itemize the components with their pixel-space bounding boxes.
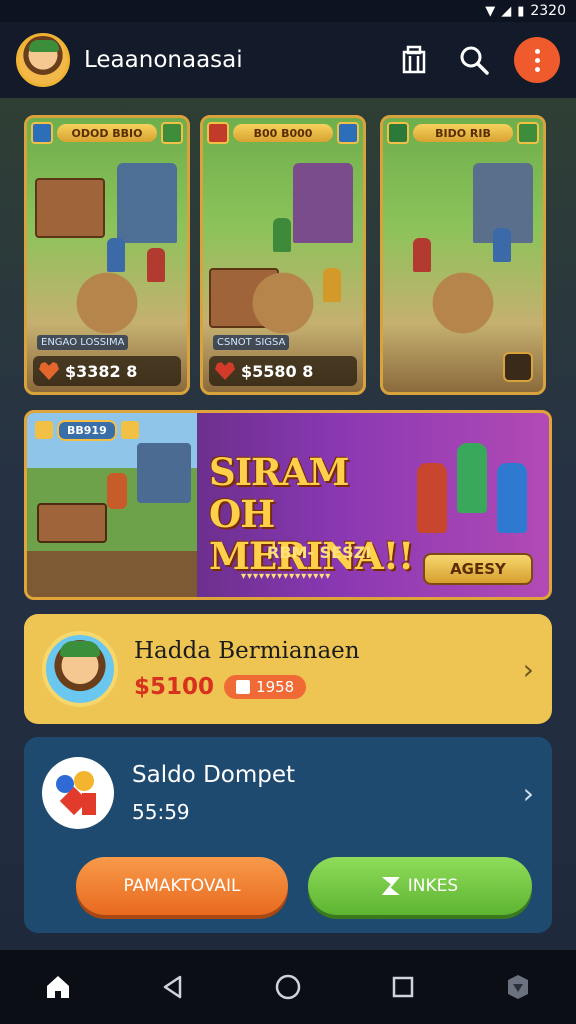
back-icon[interactable] — [143, 957, 203, 1017]
wallet-logo-icon — [42, 757, 114, 829]
chevron-right-icon[interactable]: › — [523, 777, 534, 810]
card-price-bar: $3382 8 — [33, 356, 181, 386]
chevron-right-icon[interactable]: › — [523, 653, 534, 686]
game-card-3[interactable]: BIDO RIB — [380, 115, 546, 395]
status-bar: ▼ ◢ ▮ 2320 — [0, 0, 576, 22]
app-title: Leaanonaasai — [84, 47, 243, 73]
card-price: $5580 8 — [241, 361, 314, 381]
more-dots-icon — [534, 47, 540, 74]
shield-icon — [387, 122, 409, 144]
level-icon — [337, 122, 359, 144]
search-icon-svg — [460, 46, 489, 75]
profile-card[interactable]: Hadda Bermianaen $5100 1958 › — [24, 614, 552, 724]
profile-name: Hadda Bermianaen — [134, 638, 360, 664]
card-price-bar: $5580 8 — [209, 356, 357, 386]
wallet-card: Saldo Dompet 55:59 › PAMAKTOVAIL INKES — [24, 737, 552, 933]
card-note: ENGAO LOSSIMA — [37, 335, 129, 350]
card-label: B00 B000 — [233, 124, 333, 142]
heart-icon — [39, 362, 59, 380]
wallet-right-button[interactable]: INKES — [308, 857, 532, 915]
banner-heroes — [407, 443, 547, 563]
status-time: 2320 — [530, 3, 566, 19]
shop-icon[interactable] — [392, 38, 436, 82]
card-price: $3382 8 — [65, 361, 138, 381]
banner-tag: BB919 — [35, 419, 185, 441]
home-icon[interactable] — [28, 957, 88, 1017]
wallet-title: Saldo Dompet — [132, 762, 296, 788]
app-header: Leaanonaasai — [0, 22, 576, 98]
card-label: BIDO RIB — [413, 124, 513, 142]
battery-icon: ▮ — [517, 3, 525, 19]
more-menu-button[interactable] — [514, 37, 560, 83]
banner-cta-button[interactable]: AGESY — [423, 553, 533, 585]
bonus-icon — [120, 421, 139, 439]
profile-avatar — [42, 631, 118, 707]
profile-info: Hadda Bermianaen $5100 1958 — [134, 638, 523, 700]
profile-coins: $5100 — [134, 674, 215, 700]
wifi-icon: ▼ — [485, 3, 496, 19]
search-icon[interactable] — [452, 38, 496, 82]
wallet-left-button[interactable]: PAMAKTOVAIL — [76, 857, 288, 915]
lock-icon[interactable] — [503, 352, 533, 382]
card-label: ODOD BBIO — [57, 124, 157, 142]
ticket-icon — [236, 680, 251, 694]
heart-icon — [215, 362, 235, 380]
banner-subtitle: RBM- SESZI — [267, 543, 372, 562]
level-icon — [161, 122, 183, 144]
banner-title-line1: SIRAM OH — [209, 450, 349, 536]
wallet-balance: 55:59 — [132, 800, 190, 824]
sword-icon — [31, 122, 53, 144]
profile-pill: 1958 — [224, 675, 307, 699]
sword-icon — [517, 122, 539, 144]
banner-tag-label: BB919 — [57, 419, 117, 441]
shop-icon-svg — [402, 45, 426, 74]
home-circle-icon[interactable] — [258, 957, 318, 1017]
game-card-2[interactable]: B00 B000 CSNOT SIGSA $5580 8 — [200, 115, 366, 395]
wallet-right-button-label: INKES — [407, 876, 459, 896]
profile-pill-value: 1958 — [256, 678, 295, 696]
banner-decoration: ▾▾▾▾▾▾▾▾▾▾▾▾▾▾▾ — [241, 571, 332, 582]
coin-icon — [35, 421, 53, 439]
bottom-nav — [0, 950, 576, 1024]
game-card-1[interactable]: ODOD BBIO ENGAO LOSSIMA $3382 8 — [24, 115, 190, 395]
game-icon[interactable] — [488, 957, 548, 1017]
promo-banner[interactable]: BB919 SIRAM OH MERINA!! RBM- SESZI ▾▾▾▾▾… — [24, 410, 552, 600]
card-note: CSNOT SIGSA — [213, 335, 290, 350]
gift-icon — [381, 877, 400, 895]
recents-icon[interactable] — [373, 957, 433, 1017]
signal-icon: ◢ — [501, 3, 512, 19]
avatar[interactable] — [16, 33, 70, 87]
fire-icon — [207, 122, 229, 144]
